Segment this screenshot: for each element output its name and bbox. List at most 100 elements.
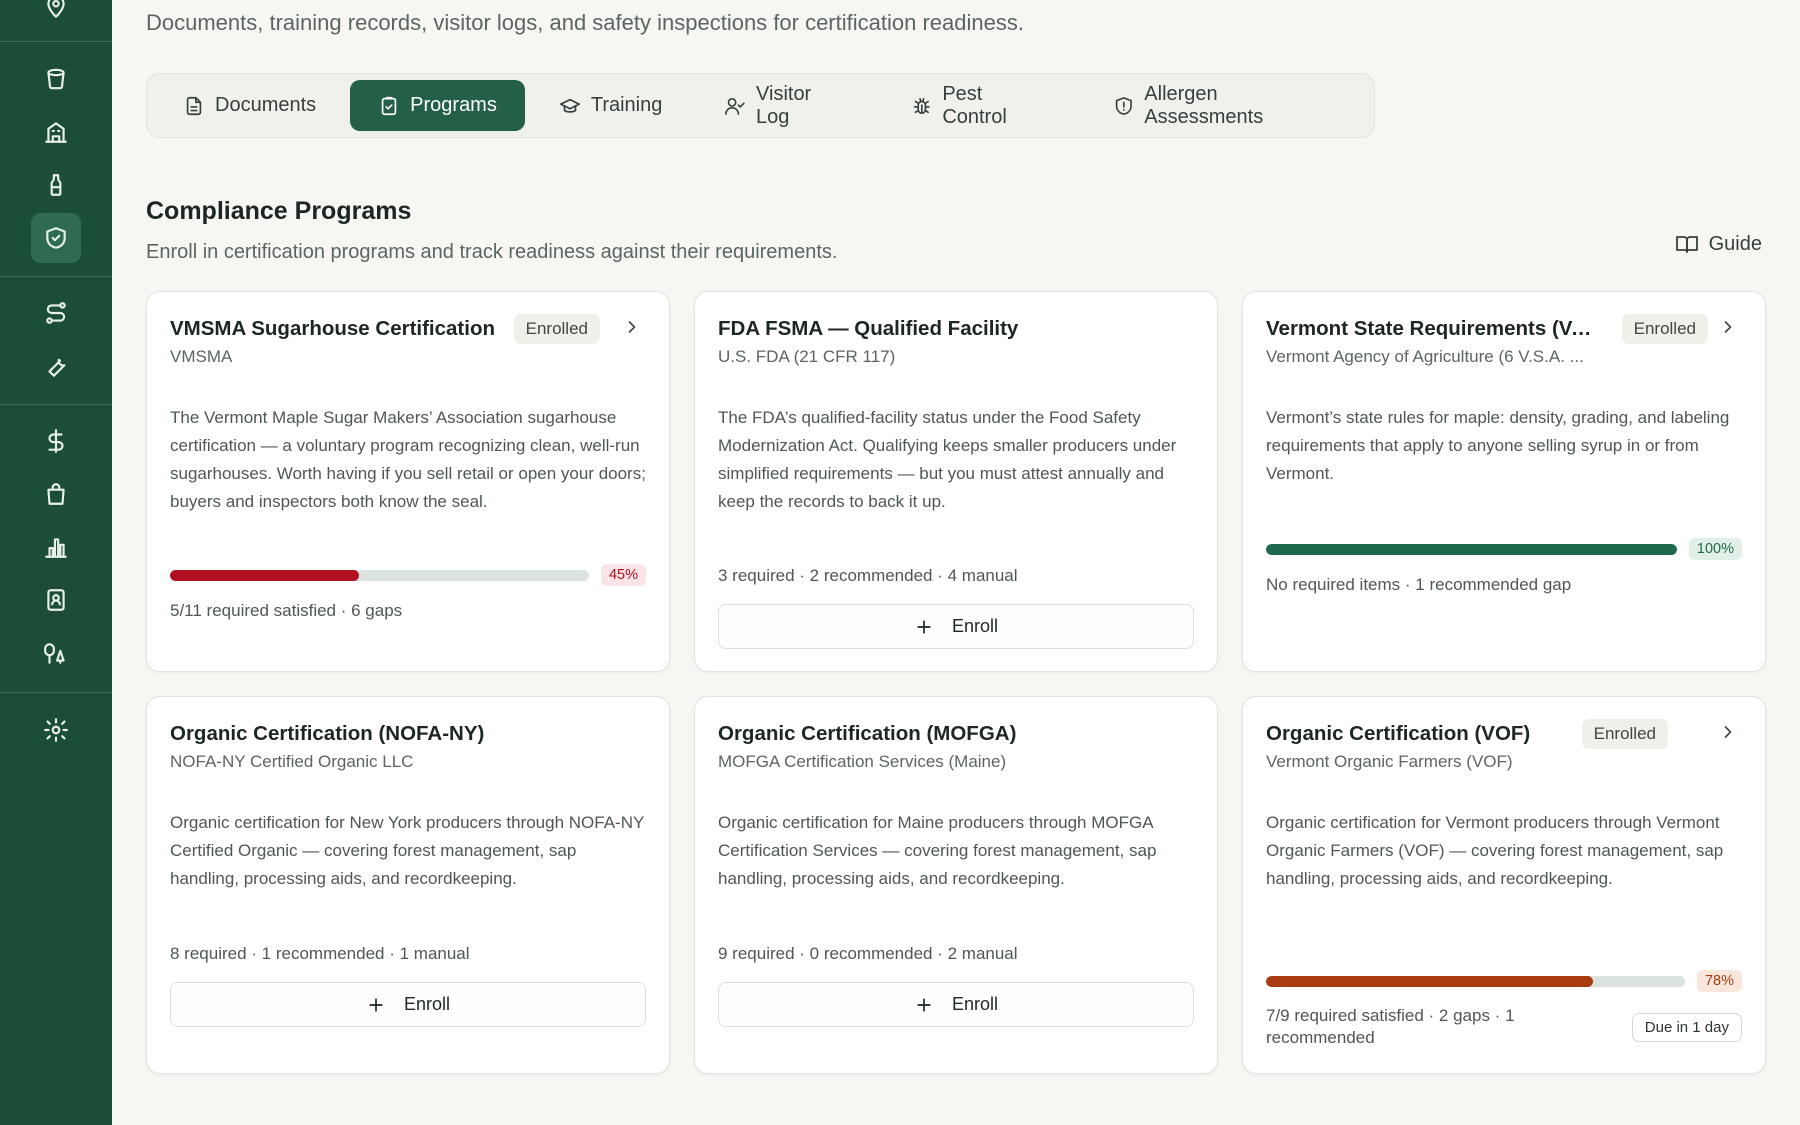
chevron-right-icon[interactable] (1718, 722, 1738, 744)
card-header: Organic Certification (VOF) Vermont Orga… (1266, 719, 1742, 772)
tab-pest-control[interactable]: Pest Control (883, 80, 1079, 131)
tab-bar: Documents Programs Training Visitor Log … (146, 73, 1375, 138)
progress-fill (170, 569, 359, 581)
card-title: Vermont State Requirements (VA... (1266, 317, 1596, 340)
card-description: Organic certification for New York produ… (170, 813, 645, 888)
card-description: The FDA’s qualified-facility status unde… (718, 408, 1177, 511)
graduation-cap-icon (559, 98, 580, 113)
file-icon (186, 96, 202, 115)
status-badge: Enrolled (513, 314, 600, 344)
progress-row: 45% (170, 564, 646, 586)
enroll-button[interactable]: Enroll (718, 604, 1194, 649)
card-org: MOFGA Certification Services (Maine) (718, 752, 1007, 771)
sidebar-divider (0, 276, 112, 277)
card-meta: 7/9 required satisfied · 2 gaps · 1 reco… (1266, 1006, 1515, 1047)
card-org: Vermont Agency of Agriculture (6 V.S.A. … (1266, 347, 1584, 366)
card-meta: 8 required · 1 recommended · 1 manual (170, 944, 470, 963)
program-card[interactable]: VMSMA Sugarhouse Certification VMSMA Enr… (146, 291, 670, 672)
card-description: Organic certification for Vermont produc… (1266, 813, 1724, 888)
program-card[interactable]: Vermont State Requirements (VA... Vermon… (1242, 291, 1766, 672)
map-pin-icon[interactable] (31, 0, 81, 32)
chevron-right-icon[interactable] (622, 317, 642, 339)
section-subtitle: Enroll in certification programs and tra… (146, 241, 838, 263)
progress-bar (1266, 543, 1677, 555)
progress-percent: 45% (600, 564, 646, 586)
guide-button[interactable]: Guide (1675, 232, 1762, 256)
progress-percent: 100% (1688, 538, 1742, 560)
tab-programs[interactable]: Programs (350, 80, 525, 131)
card-title: Organic Certification (VOF) (1266, 722, 1531, 745)
main-content: Documents, training records, visitor log… (112, 0, 1800, 1125)
progress-row: 78% (1266, 970, 1742, 992)
tab-documents[interactable]: Documents (155, 80, 344, 131)
card-org: NOFA-NY Certified Organic LLC (170, 752, 414, 771)
card-description: The Vermont Maple Sugar Makers’ Associat… (170, 408, 646, 511)
enroll-button[interactable]: Enroll (718, 982, 1194, 1027)
section-title: Compliance Programs (146, 197, 412, 225)
route-icon[interactable] (31, 288, 81, 338)
page-subtitle: Documents, training records, visitor log… (146, 10, 1024, 35)
program-card[interactable]: Organic Certification (NOFA-NY) NOFA-NY … (146, 696, 670, 1074)
card-org: U.S. FDA (21 CFR 117) (718, 347, 896, 366)
card-description: Vermont’s state rules for maple: density… (1266, 408, 1730, 483)
status-badge: Enrolled (1621, 314, 1708, 344)
sidebar-divider (0, 404, 112, 405)
progress-bar (170, 569, 589, 581)
card-header: Organic Certification (MOFGA) MOFGA Cert… (718, 722, 1194, 772)
bottle-icon[interactable] (31, 160, 81, 210)
card-org: Vermont Organic Farmers (VOF) (1266, 752, 1513, 771)
progress-bar (1266, 975, 1685, 987)
dollar-icon[interactable] (31, 416, 81, 466)
plus-icon (917, 997, 931, 1012)
enroll-button[interactable]: Enroll (170, 982, 646, 1027)
due-badge: Due in 1 day (1631, 1013, 1742, 1042)
card-meta: No required items · 1 recommended gap (1266, 575, 1572, 594)
sidebar (0, 0, 112, 1125)
tab-label: Training (590, 94, 663, 116)
card-header: Vermont State Requirements (VA... Vermon… (1266, 314, 1742, 367)
tab-label: Visitor Log (756, 82, 812, 128)
progress-row: 100% (1266, 538, 1742, 560)
plus-icon (369, 997, 383, 1012)
card-description: Organic certification for Maine producer… (718, 813, 1157, 888)
tab-label: Programs (410, 94, 497, 116)
tab-allergen-assessments[interactable]: Allergen Assessments (1085, 80, 1366, 131)
program-card[interactable]: Organic Certification (MOFGA) MOFGA Cert… (694, 696, 1218, 1074)
building-icon[interactable] (31, 107, 81, 157)
plus-icon (917, 619, 931, 634)
progress-percent: 78% (1696, 970, 1742, 992)
enroll-label: Enroll (951, 994, 999, 1014)
tab-label: Pest Control (942, 82, 1007, 128)
tab-training[interactable]: Training (531, 80, 691, 131)
program-card[interactable]: FDA FSMA — Qualified Facility U.S. FDA (… (694, 291, 1218, 672)
card-org: VMSMA (170, 347, 233, 366)
sidebar-divider (0, 41, 112, 42)
card-title: FDA FSMA — Qualified Facility (718, 317, 1019, 340)
trees-icon[interactable] (31, 628, 81, 678)
tab-visitor-log[interactable]: Visitor Log (696, 80, 876, 131)
progress-fill (1266, 975, 1593, 987)
card-title: Organic Certification (MOFGA) (718, 722, 1017, 745)
wrench-icon[interactable] (31, 341, 81, 391)
shield-icon[interactable] (31, 213, 81, 263)
program-card[interactable]: Organic Certification (VOF) Vermont Orga… (1242, 696, 1766, 1074)
clipboard-check-icon (381, 96, 397, 115)
chevron-right-icon[interactable] (1718, 317, 1738, 339)
shopping-bag-icon[interactable] (31, 469, 81, 519)
enroll-label: Enroll (403, 994, 451, 1014)
gear-icon[interactable] (31, 705, 81, 755)
bar-chart-icon[interactable] (31, 522, 81, 572)
book-open-icon (1675, 236, 1698, 253)
enroll-label: Enroll (951, 616, 999, 636)
bug-icon (913, 97, 930, 114)
shield-alert-icon (1115, 96, 1132, 115)
card-title: Organic Certification (NOFA-NY) (170, 722, 485, 745)
contacts-book-icon[interactable] (31, 575, 81, 625)
card-header: FDA FSMA — Qualified Facility U.S. FDA (… (718, 317, 1194, 367)
card-meta: 5/11 required satisfied · 6 gaps (170, 601, 403, 620)
card-header: VMSMA Sugarhouse Certification VMSMA Enr… (170, 314, 646, 367)
sidebar-divider (0, 692, 112, 693)
bucket-icon[interactable] (31, 54, 81, 104)
tab-label: Allergen Assessments (1144, 82, 1264, 128)
progress-fill (1266, 543, 1677, 555)
